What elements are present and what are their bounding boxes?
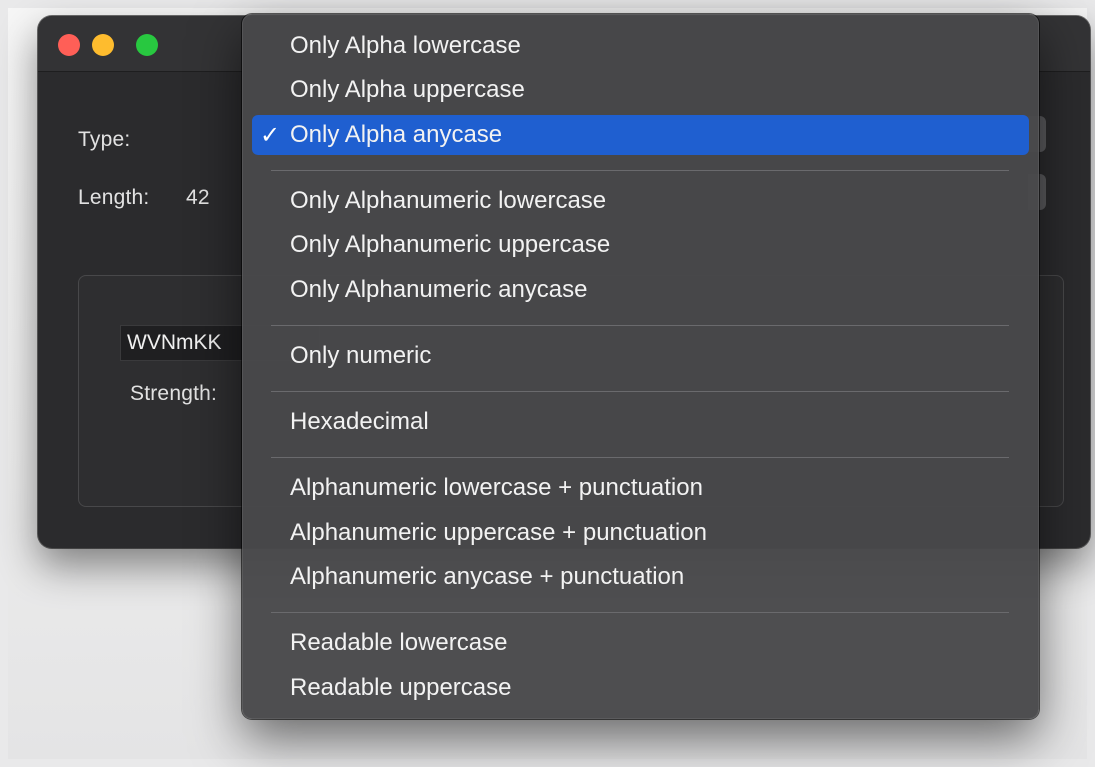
menu-item[interactable]: ✓ Only Alpha anycase — [252, 114, 1029, 155]
type-dropdown-menu: Only Alpha lowercase Only Alpha uppercase… — [242, 14, 1039, 719]
menu-separator — [271, 457, 1009, 459]
menu-separator — [271, 169, 1009, 171]
menu-item[interactable]: Only Alphanumeric uppercase — [252, 225, 1029, 265]
menu-separator — [271, 612, 1009, 614]
menu-item[interactable]: Hexadecimal — [252, 402, 1029, 442]
strength-label: Strength: — [130, 382, 218, 405]
menu-item-label: Alphanumeric uppercase + punctuation — [290, 518, 707, 546]
menu-item[interactable]: Alphanumeric lowercase + punctuation — [252, 468, 1029, 508]
type-label: Type: — [78, 128, 131, 151]
length-label: Length: — [78, 186, 150, 209]
zoom-window-button[interactable] — [136, 34, 158, 56]
menu-item-label: Only Alpha lowercase — [290, 32, 521, 59]
menu-item-label: Only Alpha uppercase — [290, 76, 525, 104]
menu-item-label: Only Alpha anycase — [290, 120, 503, 148]
menu-separator — [271, 391, 1009, 393]
menu-item[interactable]: Only numeric — [252, 336, 1029, 376]
menu-item-label: Only Alphanumeric anycase — [290, 275, 588, 303]
menu-item-label: Hexadecimal — [290, 408, 429, 436]
menu-item[interactable]: Only Alphanumeric lowercase — [252, 181, 1029, 221]
menu-item[interactable]: Only Alpha uppercase — [252, 70, 1029, 110]
menu-item[interactable]: Readable lowercase — [252, 623, 1029, 663]
menu-item-label: Only numeric — [290, 341, 432, 369]
menu-item-label: Readable uppercase — [290, 673, 512, 701]
menu-item-label: Readable lowercase — [290, 629, 508, 657]
menu-item-label: Only Alphanumeric uppercase — [290, 231, 611, 259]
close-window-button[interactable] — [58, 34, 80, 56]
menu-separator — [271, 324, 1009, 326]
menu-item-label: Alphanumeric lowercase + punctuation — [290, 474, 703, 502]
menu-item[interactable]: Alphanumeric uppercase + punctuation — [252, 513, 1029, 553]
length-value: 42 — [186, 186, 210, 209]
menu-item[interactable]: Readable uppercase — [252, 668, 1029, 708]
minimize-window-button[interactable] — [92, 34, 114, 56]
menu-item[interactable]: Only Alphanumeric anycase — [252, 270, 1029, 310]
menu-item-label: Alphanumeric anycase + punctuation — [290, 563, 685, 590]
checkmark-icon: ✓ — [260, 120, 281, 149]
menu-item-label: Only Alphanumeric lowercase — [290, 186, 607, 214]
menu-item[interactable]: Only Alpha lowercase — [252, 26, 1029, 66]
menu-item[interactable]: Alphanumeric anycase + punctuation — [252, 557, 1029, 597]
